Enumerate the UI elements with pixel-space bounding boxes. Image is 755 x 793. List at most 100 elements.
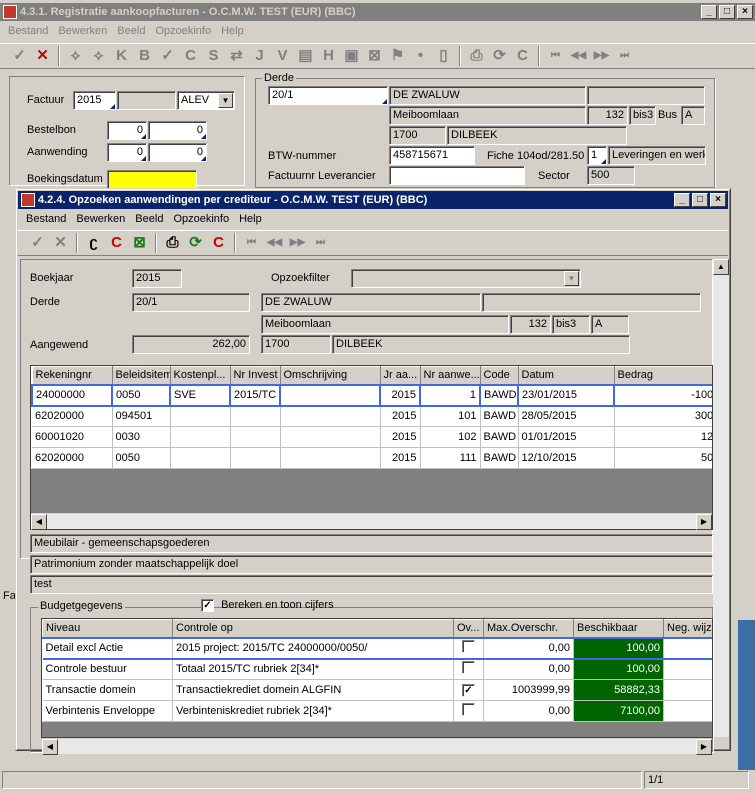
dot-icon[interactable]: •: [409, 45, 432, 67]
chevron-down-icon[interactable]: ▼: [218, 93, 233, 108]
col-beschikbaar[interactable]: Beschikbaar: [573, 619, 664, 638]
cell-beschikbaar[interactable]: 100,00: [573, 636, 664, 660]
clear-icon[interactable]: C: [105, 232, 128, 254]
cell-jaar[interactable]: 2015: [379, 383, 421, 407]
cell-beschikbaar[interactable]: 100,00: [573, 658, 664, 680]
cell-rekeningnr[interactable]: 62020000: [32, 405, 113, 427]
close-button[interactable]: ×: [737, 5, 753, 19]
factuur-number-field[interactable]: [117, 91, 176, 110]
print-icon[interactable]: ⎙: [465, 45, 488, 67]
cell-kostenplaats[interactable]: [170, 405, 231, 427]
b-icon[interactable]: B: [133, 45, 156, 67]
cell-datum[interactable]: 28/05/2015: [518, 405, 615, 427]
cell-neg-wijzi[interactable]: [663, 658, 712, 680]
cell-max-overschr[interactable]: 0,00: [483, 658, 574, 680]
k-icon[interactable]: K: [110, 45, 133, 67]
menu-beeld[interactable]: Beeld: [131, 210, 169, 228]
cell-bedrag[interactable]: -100,00: [613, 383, 712, 407]
cell-bedrag[interactable]: 300,00: [614, 405, 712, 427]
last-record-icon[interactable]: ⏭: [613, 45, 636, 67]
overschrijding-checkbox[interactable]: ✓: [462, 683, 475, 697]
col-niveau[interactable]: Niveau: [42, 619, 173, 638]
table-row[interactable]: Detail excl Actie 2015 project: 2015/TC 2…: [42, 636, 712, 660]
col-controle-op[interactable]: Controle op: [172, 619, 454, 638]
fiche-field[interactable]: 1: [587, 146, 607, 165]
btw-field[interactable]: 458715671: [389, 146, 475, 165]
cell-ov[interactable]: [453, 636, 484, 660]
col-kostenplaats[interactable]: Kostenpl...: [169, 366, 231, 385]
cell-jaar[interactable]: 2015: [380, 405, 421, 427]
cell-nr-invest[interactable]: [230, 405, 281, 427]
col-jaar[interactable]: Jr aa...: [379, 366, 421, 385]
cell-controle-op[interactable]: 2015 project: 2015/TC 24000000/0050/: [172, 636, 454, 660]
cell-bedrag[interactable]: 12,00: [614, 426, 712, 448]
c2-icon[interactable]: C: [511, 45, 534, 67]
factuur-code-select[interactable]: ALEV ▼: [177, 91, 235, 110]
tool-icon-1[interactable]: ⟡: [64, 45, 87, 67]
cell-datum[interactable]: 12/10/2015: [518, 447, 615, 469]
maximize-button[interactable]: □: [719, 5, 735, 19]
cell-niveau[interactable]: Detail excl Actie: [42, 636, 173, 660]
flag-icon[interactable]: ⚑: [386, 45, 409, 67]
scroll-right-icon[interactable]: ▶: [696, 514, 712, 530]
grid-hscrollbar[interactable]: ◀ ▶: [31, 513, 712, 530]
pdf-icon[interactable]: ▣: [340, 45, 363, 67]
aanwending-field-1[interactable]: 0: [107, 143, 147, 162]
col-datum[interactable]: Datum: [517, 366, 615, 385]
cell-controle-op[interactable]: Totaal 2015/TC rubriek 2[34]*: [172, 658, 454, 680]
table-row[interactable]: Verbintenis Enveloppe Verbinteniskrediet …: [42, 700, 712, 722]
cell-rekeningnr[interactable]: 24000000: [31, 383, 113, 407]
cell-code[interactable]: BAWD: [479, 383, 519, 407]
cell-rekeningnr[interactable]: 62020000: [32, 447, 113, 469]
refresh-icon[interactable]: ⟳: [488, 45, 511, 67]
close-button[interactable]: ×: [710, 193, 726, 207]
cell-neg-wijzi[interactable]: [663, 636, 712, 660]
refresh-icon[interactable]: ⟳: [184, 232, 207, 254]
overschrijding-checkbox[interactable]: [462, 703, 475, 716]
aanwending-field-2[interactable]: 0: [148, 143, 207, 162]
v-icon[interactable]: V: [271, 45, 294, 67]
table-row[interactable]: 62020000094501 2015101BAWD28/05/2015300,0…: [32, 405, 712, 427]
budget-hscrollbar[interactable]: ◀ ▶: [42, 738, 712, 755]
cell-datum[interactable]: 01/01/2015: [518, 426, 615, 448]
menu-bewerken[interactable]: Bewerken: [54, 22, 113, 40]
bereken-checkbox[interactable]: ✓ Bereken en toon cijfers: [201, 599, 334, 612]
cell-nr-aanwending[interactable]: 111: [420, 447, 481, 469]
overschrijding-checkbox[interactable]: [462, 640, 475, 653]
cell-max-overschr[interactable]: 1003999,99: [483, 679, 574, 701]
table-row[interactable]: 620200000050 2015111BAWD12/10/201550,00: [32, 447, 712, 469]
cell-jaar[interactable]: 2015: [380, 447, 421, 469]
h-icon[interactable]: H: [317, 45, 340, 67]
scroll-left-icon[interactable]: ◀: [42, 739, 58, 755]
col-beleidsitem[interactable]: Beleidsitem: [111, 366, 171, 385]
cell-niveau[interactable]: Transactie domein: [42, 679, 173, 701]
cell-code[interactable]: BAWD: [480, 447, 519, 469]
cell-neg-wijzi[interactable]: [663, 700, 712, 722]
menu-bewerken[interactable]: Bewerken: [72, 210, 131, 228]
prev-record-icon[interactable]: ◀◀: [567, 45, 590, 67]
cell-bedrag[interactable]: 50,00: [614, 447, 712, 469]
col-rekeningnr[interactable]: Rekeningnr: [31, 366, 113, 385]
col-nr-invest[interactable]: Nr Invest: [229, 366, 281, 385]
col-neg-wijzi[interactable]: Neg. wijzi: [663, 619, 712, 638]
cell-niveau[interactable]: Verbintenis Enveloppe: [42, 700, 173, 722]
menu-opzoekinfo[interactable]: Opzoekinfo: [151, 22, 217, 40]
table-row[interactable]: Transactie domein Transactiekrediet domei…: [42, 679, 712, 701]
cell-max-overschr[interactable]: 0,00: [483, 700, 574, 722]
swap-icon[interactable]: ⇄: [225, 45, 248, 67]
confirm-icon[interactable]: ✓: [26, 232, 49, 254]
cell-rekeningnr[interactable]: 60001020: [32, 426, 113, 448]
cell-max-overschr[interactable]: 0,00: [483, 636, 574, 660]
cell-ov[interactable]: ✓: [453, 679, 484, 701]
menu-opzoekinfo[interactable]: Opzoekinfo: [169, 210, 235, 228]
table-row[interactable]: 600010200030 2015102BAWD01/01/201512,00: [32, 426, 712, 448]
next-record-icon[interactable]: ▶▶: [286, 232, 309, 254]
list-icon[interactable]: ▤: [294, 45, 317, 67]
cell-neg-wijzi[interactable]: [663, 679, 712, 701]
excel-icon[interactable]: ⊠: [128, 232, 151, 254]
cell-beleidsitem[interactable]: 0050: [112, 447, 171, 469]
cell-nr-invest[interactable]: [230, 426, 281, 448]
opzoekfilter-select[interactable]: ▼: [351, 269, 581, 288]
scroll-left-icon[interactable]: ◀: [31, 514, 47, 530]
cell-jaar[interactable]: 2015: [380, 426, 421, 448]
